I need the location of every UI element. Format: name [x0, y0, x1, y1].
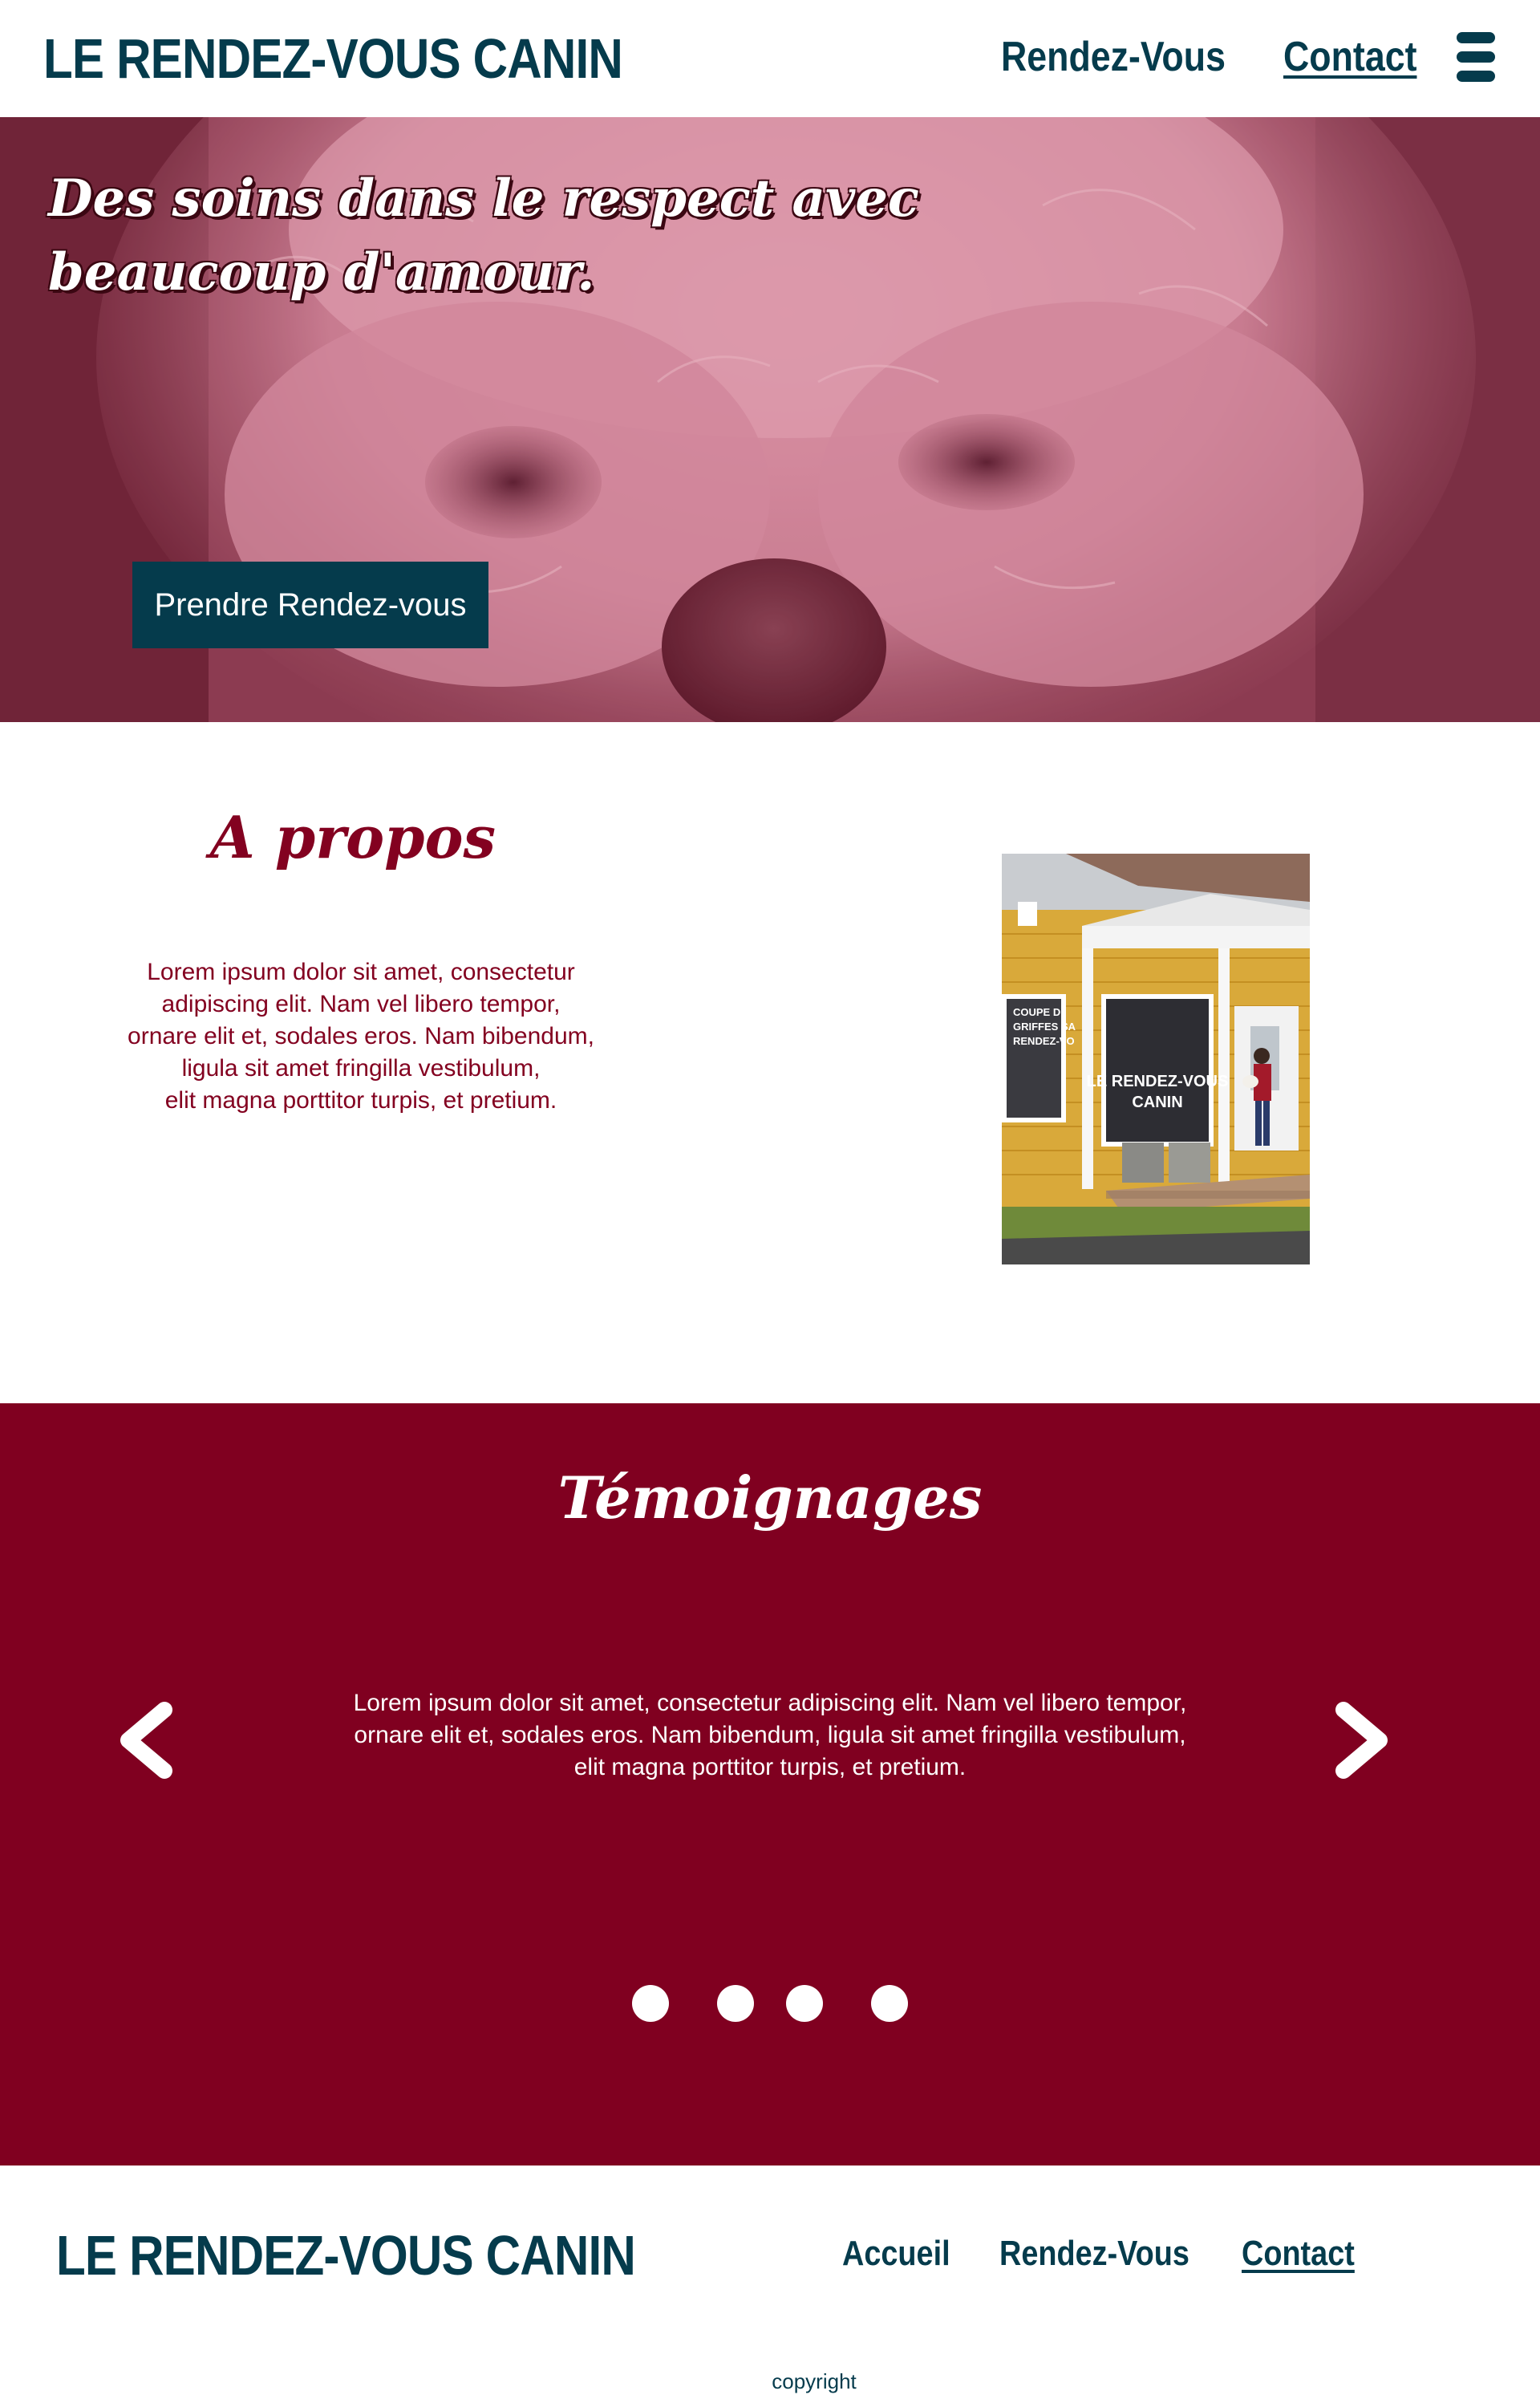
nav-link-rendez-vous[interactable]: Rendez-Vous: [1001, 30, 1226, 83]
hero-title-line-1: Des soins dans le respect avec: [48, 168, 919, 229]
about-text-line: ligula sit amet fringilla vestibulum,: [181, 1055, 541, 1082]
chevron-right-icon[interactable]: [1331, 1700, 1404, 1780]
side-sign-line-3: RENDEZ-VO: [1013, 1035, 1075, 1047]
hero-title: Des soins dans le respect avec beaucoup …: [48, 162, 930, 310]
hamburger-menu-icon[interactable]: [1457, 32, 1495, 82]
testimonials-section: Témoignages Lorem ipsum dolor sit amet, …: [0, 1403, 1540, 2165]
about-title: A propos: [209, 803, 496, 871]
shop-photo: COUPE D GRIFFES SA RENDEZ-VO LE RENDEZ-V…: [1002, 854, 1310, 1264]
about-text-line: ornare elit et, sodales eros. Nam bibend…: [128, 1023, 594, 1049]
site-header: LE RENDEZ-VOUS CANIN Rendez-Vous Contact: [0, 0, 1540, 117]
footer-link-rendez-vous[interactable]: Rendez-Vous: [999, 2230, 1189, 2277]
book-appointment-button[interactable]: Prendre Rendez-vous: [132, 562, 488, 648]
testimonials-title: Témoignages: [557, 1463, 983, 1532]
about-text-line: elit magna porttitor turpis, et pretium.: [164, 1087, 557, 1114]
nav-link-contact[interactable]: Contact: [1283, 30, 1416, 83]
carousel-dot-4[interactable]: [871, 1985, 908, 2022]
carousel-dot-3[interactable]: [786, 1985, 823, 2022]
carousel-dot-2[interactable]: [717, 1985, 754, 2022]
testimonial-text-line: elit magna porttitor turpis, et pretium.: [573, 1754, 967, 1780]
about-text: Lorem ipsum dolor sit amet, consectetur …: [80, 956, 642, 1117]
hero-banner: Des soins dans le respect avec beaucoup …: [0, 117, 1540, 722]
side-sign-line-2: GRIFFES SA: [1013, 1021, 1076, 1033]
chevron-left-icon[interactable]: [104, 1700, 176, 1780]
testimonial-text-line: ornare elit et, sodales eros. Nam bibend…: [354, 1722, 1186, 1748]
shop-sign-line-2: CANIN: [1132, 1094, 1182, 1111]
copyright-text: copyright: [772, 2369, 857, 2393]
testimonial-text: Lorem ipsum dolor sit amet, consectetur …: [289, 1687, 1251, 1784]
footer-brand[interactable]: LE RENDEZ-VOUS CANIN: [56, 2221, 636, 2290]
about-text-line: adipiscing elit. Nam vel libero tempor,: [161, 991, 561, 1017]
side-sign-line-1: COUPE D: [1013, 1006, 1060, 1018]
footer-link-contact[interactable]: Contact: [1242, 2230, 1355, 2277]
brand-logo-text[interactable]: LE RENDEZ-VOUS CANIN: [43, 24, 623, 93]
testimonial-text-line: Lorem ipsum dolor sit amet, consectetur …: [353, 1690, 1187, 1716]
carousel-dot-1[interactable]: [632, 1985, 669, 2022]
hero-title-line-2: beaucoup d'amour.: [48, 242, 595, 302]
shop-photo-drawing: COUPE D GRIFFES SA RENDEZ-VO LE RENDEZ-V…: [1002, 854, 1310, 1264]
footer-link-accueil[interactable]: Accueil: [842, 2230, 950, 2277]
about-text-line: Lorem ipsum dolor sit amet, consectetur: [147, 959, 575, 985]
shop-sign-line-1: LE RENDEZ-VOUS: [1087, 1073, 1229, 1090]
